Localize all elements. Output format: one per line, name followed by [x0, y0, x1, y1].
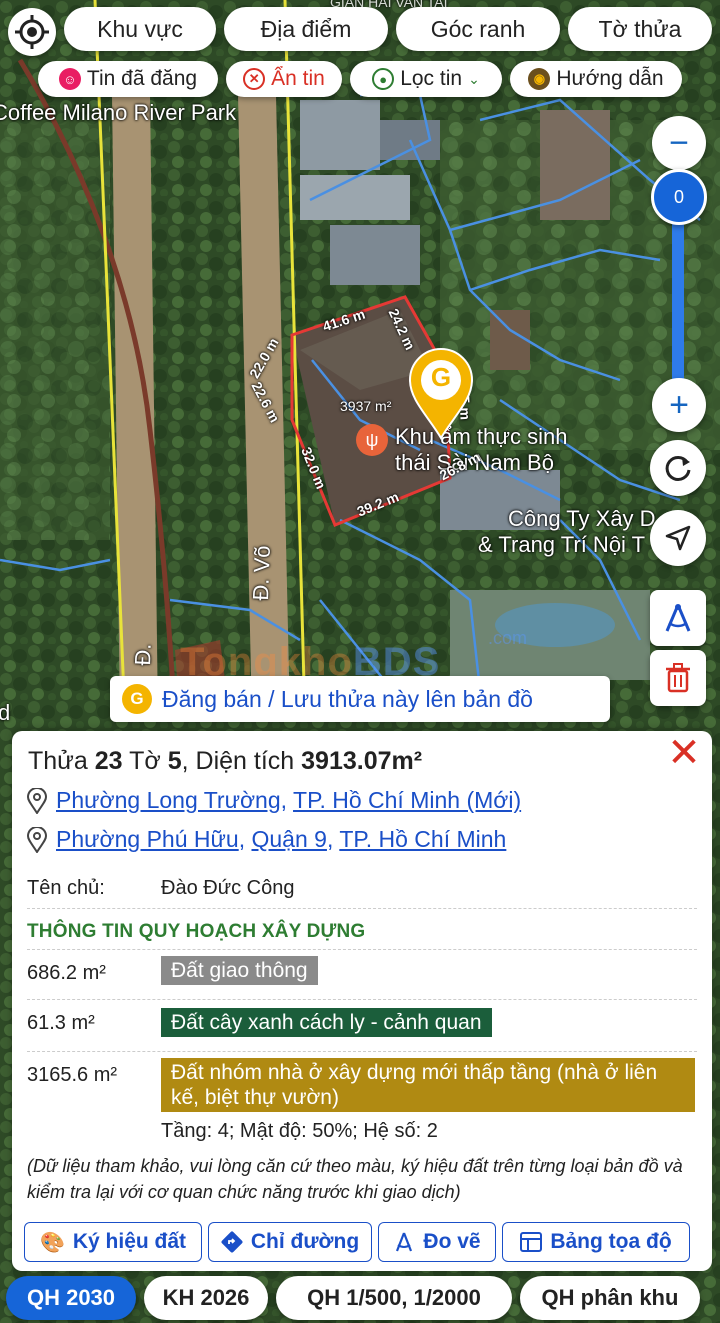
address-old: Phường Phú Hữu, Quận 9, TP. Hồ Chí Minh — [26, 826, 506, 853]
draw-tool-button[interactable] — [650, 590, 706, 646]
map-label-road-1: Đ. Võ — [248, 545, 275, 601]
measure-area: 3937 m² — [340, 398, 392, 414]
parcel-title: Thửa 23 Tờ 5, Diện tích 3913.07m² — [28, 747, 422, 776]
address-old-city-link[interactable]: TP. Hồ Chí Minh — [339, 826, 506, 852]
map-label-road-2: Đ. — [130, 643, 156, 666]
address-sep: , — [238, 826, 246, 852]
parcel-marker-icon[interactable]: G — [408, 348, 474, 440]
close-icon[interactable]: ✕ — [662, 733, 706, 777]
zone-row: 61.3 m² Đất cây xanh cách ly - cảnh quan — [27, 999, 697, 1051]
sheet-label: Tờ — [129, 747, 161, 775]
posted-listings-button[interactable]: ☺ Tin đã đăng — [38, 61, 218, 97]
delete-button[interactable] — [650, 650, 706, 706]
trash-icon — [666, 663, 690, 693]
measure-label: Đo vẽ — [423, 1230, 481, 1253]
lot-number: 23 — [94, 747, 123, 775]
zone-type-tag: Đất nhóm nhà ở xây dựng mới thấp tầng (n… — [161, 1058, 695, 1112]
coordinates-table-button[interactable]: Bảng tọa độ — [502, 1222, 690, 1262]
filter-listings-button[interactable]: ● Lọc tin ⌄ — [350, 61, 502, 97]
refresh-button[interactable] — [650, 440, 706, 496]
guide-button[interactable]: ◉ Hướng dẫn — [510, 61, 682, 97]
owner-row: Tên chủ: Đào Đức Công — [27, 875, 697, 909]
refresh-icon — [665, 455, 691, 481]
planning-section-title: THÔNG TIN QUY HOẠCH XÂY DỰNG — [27, 921, 366, 942]
measure-button[interactable]: Đo vẽ — [378, 1222, 496, 1262]
map-label-left-edge: d — [0, 700, 11, 725]
zone-meta: Tầng: 4; Mật độ: 50%; Hệ số: 2 — [161, 1120, 438, 1142]
coordinates-table-label: Bảng tọa độ — [550, 1230, 672, 1253]
chevron-down-icon: ⌄ — [468, 70, 480, 87]
location-pin-icon: ● — [372, 68, 395, 90]
filter-area-button[interactable]: Khu vực — [64, 7, 216, 51]
plus-icon: + — [669, 385, 689, 424]
zone-row: 686.2 m² Đất giao thông — [27, 949, 697, 999]
palette-icon: 🎨 — [39, 1231, 65, 1254]
location-pin-icon — [26, 787, 48, 814]
posted-listings-label: Tin đã đăng — [86, 67, 198, 90]
address-old-district-link[interactable]: Quận 9 — [251, 826, 326, 852]
compass-draw-icon — [665, 604, 691, 632]
address-sep: , — [280, 787, 288, 813]
hide-listings-label: Ẩn tin — [271, 67, 325, 90]
area-value: 3913.07m² — [301, 747, 423, 775]
guide-label: Hướng dẫn — [556, 67, 664, 90]
map-label-company-1: Công Ty Xây D — [508, 506, 656, 531]
layer-tab-qh2030[interactable]: QH 2030 — [6, 1276, 136, 1320]
brand-logo-icon: G — [122, 684, 152, 714]
zone-area: 686.2 m² — [27, 962, 106, 984]
directions-icon — [221, 1231, 243, 1253]
sheet-number: 5 — [167, 747, 182, 775]
layer-tab-kh2026[interactable]: KH 2026 — [144, 1276, 268, 1320]
filter-sheet-button[interactable]: Tờ thửa — [568, 7, 712, 51]
hide-x-icon: ✕ — [243, 68, 266, 90]
post-parcel-label: Đăng bán / Lưu thửa này lên bản đồ — [162, 685, 533, 712]
address-sep: , — [326, 826, 334, 852]
navigation-arrow-icon — [665, 525, 691, 551]
zone-type-tag: Đất cây xanh cách ly - cảnh quan — [161, 1008, 492, 1037]
zone-area: 61.3 m² — [27, 1012, 95, 1034]
filter-listings-label: Lọc tin — [400, 67, 463, 90]
land-legend-label: Ký hiệu đất — [72, 1230, 187, 1253]
address-old-ward-link[interactable]: Phường Phú Hữu — [56, 826, 239, 852]
land-legend-button[interactable]: 🎨 Ký hiệu đất — [24, 1222, 202, 1262]
zone-type-tag: Đất giao thông — [161, 956, 318, 985]
zoom-out-button[interactable]: − — [652, 116, 706, 170]
owner-value: Đào Đức Công — [161, 877, 295, 899]
watermark-com: .com — [488, 628, 528, 648]
compass-draw-icon — [396, 1232, 413, 1252]
area-label: , Diện tích — [181, 747, 295, 775]
layer-tab-qh-phan-khu[interactable]: QH phân khu — [520, 1276, 700, 1320]
disclaimer-note: (Dữ liệu tham khảo, vui lòng căn cứ theo… — [27, 1156, 683, 1202]
directions-button[interactable]: Chỉ đường — [208, 1222, 372, 1262]
address-new-ward-link[interactable]: Phường Long Trường — [56, 787, 281, 813]
post-parcel-button[interactable]: G Đăng bán / Lưu thửa này lên bản đồ — [110, 676, 610, 722]
parcel-info-panel: ✕ Thửa 23 Tờ 5, Diện tích 3913.07m² Phườ… — [12, 731, 712, 1271]
directions-label: Chỉ đường — [250, 1230, 360, 1253]
owner-label: Tên chủ: — [27, 877, 105, 899]
map-label-coffee: Coffee Milano River Park — [0, 100, 237, 125]
user-badge-icon: ☺ — [58, 68, 81, 90]
minus-icon: − — [669, 123, 689, 162]
map-label-company-2: & Trang Trí Nội T — [478, 532, 646, 557]
my-location-button[interactable] — [8, 8, 56, 56]
crosshair-icon — [15, 15, 49, 49]
marker-letter: G — [430, 362, 452, 392]
table-icon — [520, 1232, 543, 1252]
zone-area: 3165.6 m² — [27, 1064, 118, 1086]
restaurant-icon[interactable]: ψ — [356, 424, 388, 456]
lot-label: Thửa — [28, 747, 88, 775]
filter-corner-button[interactable]: Góc ranh — [396, 7, 560, 51]
filter-location-button[interactable]: Địa điểm — [224, 7, 388, 51]
location-pin-icon — [26, 826, 48, 853]
navigate-button[interactable] — [650, 510, 706, 566]
zoom-in-button[interactable]: + — [652, 378, 706, 432]
address-new: Phường Long Trường, TP. Hồ Chí Minh (Mới… — [26, 787, 521, 814]
address-new-city-link[interactable]: TP. Hồ Chí Minh (Mới) — [293, 787, 521, 813]
guide-icon: ◉ — [528, 68, 551, 90]
zoom-slider-knob[interactable]: 0 — [651, 169, 707, 225]
hide-listings-button[interactable]: ✕ Ẩn tin — [226, 61, 342, 97]
zone-row: 3165.6 m² Đất nhóm nhà ở xây dựng mới th… — [27, 1051, 697, 1151]
layer-tab-qh1500[interactable]: QH 1/500, 1/2000 — [276, 1276, 512, 1320]
